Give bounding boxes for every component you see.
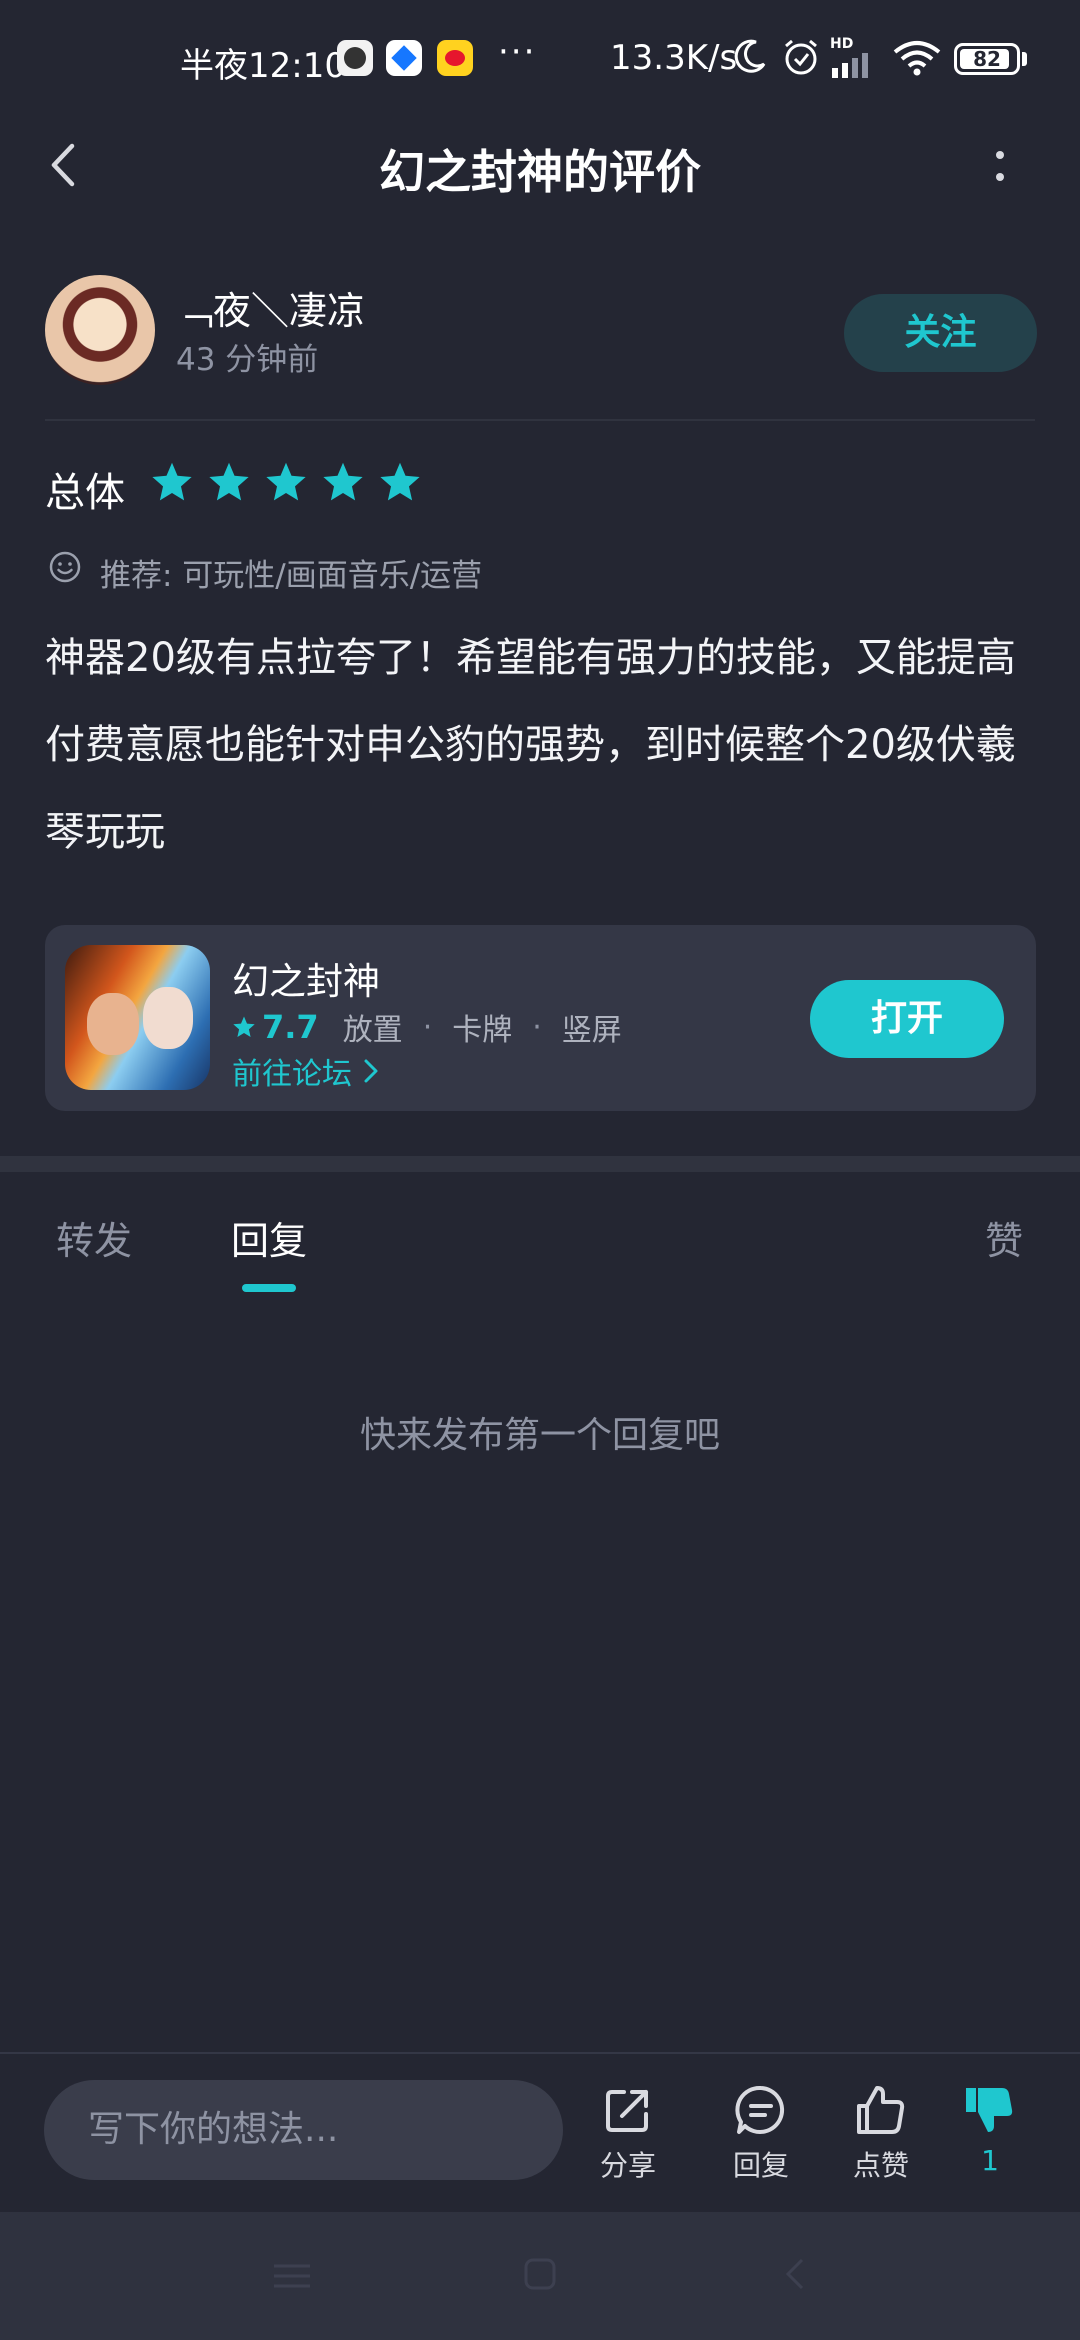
alipay-notification-icon: [386, 40, 422, 76]
tag-separator: ·: [422, 1009, 433, 1045]
game-tag: 竖屏: [561, 1013, 622, 1048]
thumbs-up-icon: [857, 2086, 905, 2134]
star-icon: [233, 1016, 255, 1037]
star-icon: [323, 462, 363, 501]
reply-label: 回复: [732, 2149, 789, 2182]
star-icon: [266, 462, 306, 501]
section-divider: [0, 1156, 1080, 1172]
battery-tip: [1022, 52, 1027, 66]
share-label: 分享: [599, 2149, 656, 2182]
rating-stars: [150, 460, 422, 504]
signal-icon: [832, 53, 868, 78]
network-speed: 13.3K/s: [610, 38, 738, 78]
menu-icon[interactable]: [270, 2260, 314, 2292]
game-name: 幻之封神: [232, 960, 380, 1003]
game-score: 7.7: [262, 1008, 319, 1046]
follow-button[interactable]: 关注: [844, 294, 1037, 372]
recommend-tags: 推荐: 可玩性/画面音乐/运营: [100, 558, 483, 594]
star-icon: [209, 462, 249, 501]
author-name[interactable]: ﹁夜＼凄凉: [175, 280, 365, 335]
smile-icon: [49, 551, 81, 583]
active-tab-indicator: [242, 1284, 296, 1292]
page-title: 幻之封神的评价: [379, 145, 701, 199]
weibo-notification-icon: [437, 40, 473, 76]
forum-link-label: 前往论坛: [232, 1057, 352, 1092]
app-notification-icon: [337, 40, 373, 76]
overall-rating-label: 总体: [45, 470, 125, 516]
wifi-icon: [893, 41, 941, 76]
moon-icon: [734, 39, 766, 73]
divider: [45, 419, 1035, 421]
share-icon: [606, 2090, 648, 2132]
star-icon: [152, 462, 192, 501]
game-tag: 卡牌: [452, 1013, 513, 1048]
battery-level: 82: [973, 47, 1001, 71]
open-game-button[interactable]: 打开: [810, 980, 1004, 1058]
home-icon[interactable]: [522, 2256, 558, 2292]
game-card[interactable]: 幻之封神 7.7 放置 · 卡牌 · 竖屏 前往论坛 打开: [45, 925, 1036, 1111]
tab-reply[interactable]: 回复: [231, 1210, 307, 1265]
status-time: 半夜12:10: [180, 46, 346, 86]
battery-icon: 82: [954, 43, 1020, 75]
tab-forward[interactable]: 转发: [56, 1210, 132, 1265]
avatar[interactable]: [45, 275, 155, 385]
status-bar: 半夜12:10 ··· 13.3K/s HD 82: [0, 0, 1080, 120]
game-meta: 7.7 放置 · 卡牌 · 竖屏: [232, 1005, 622, 1049]
like-label: 点赞: [852, 2149, 909, 2182]
empty-state-text: 快来发布第一个回复吧: [359, 1415, 720, 1456]
dislike-count: 1: [981, 2144, 999, 2177]
game-icon[interactable]: [65, 945, 210, 1090]
dislike-button[interactable]: 1: [945, 2082, 1035, 2177]
star-icon: [380, 462, 420, 501]
bottom-divider: [0, 2052, 1080, 2054]
system-nav-bar: [0, 2212, 1080, 2340]
like-button[interactable]: 点赞: [836, 2082, 926, 2184]
tab-like[interactable]: 赞: [985, 1210, 1023, 1265]
back-nav-icon[interactable]: [780, 2256, 810, 2292]
share-button[interactable]: 分享: [583, 2082, 673, 2184]
chevron-right-icon: [364, 1059, 378, 1083]
more-options-button[interactable]: [985, 145, 1015, 195]
comment-input[interactable]: 写下你的想法...: [44, 2080, 563, 2180]
more-notifications-icon: ···: [498, 32, 537, 72]
review-text: 神器20级有点拉夸了！希望能有强力的技能，又能提高付费意愿也能针对申公豹的强势，…: [45, 635, 1016, 855]
tag-separator: ·: [532, 1009, 542, 1045]
forum-link[interactable]: 前往论坛: [232, 1049, 380, 1093]
reply-button[interactable]: 回复: [716, 2082, 806, 2184]
thumbs-down-icon: [966, 2088, 1013, 2132]
game-tag: 放置: [342, 1013, 403, 1048]
post-time: 43 分钟前: [176, 342, 319, 378]
comment-icon: [735, 2085, 785, 2134]
alarm-icon: [785, 39, 817, 75]
